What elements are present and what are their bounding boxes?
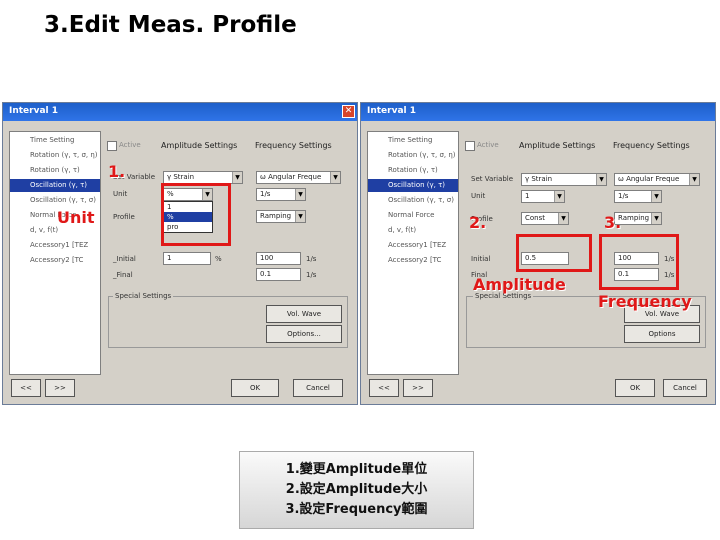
chevron-down-icon[interactable]: ▼ (295, 189, 305, 200)
slide-title: 3.Edit Meas. Profile (44, 12, 297, 38)
chevron-down-icon[interactable]: ▼ (558, 213, 568, 224)
chevron-down-icon[interactable]: ▼ (554, 191, 564, 202)
amplitude-initial-input[interactable]: 1 (163, 252, 211, 265)
initial-label: Initial (471, 255, 491, 263)
frequency-unit-select[interactable]: 1/s ▼ (256, 188, 306, 201)
chevron-down-icon[interactable]: ▼ (651, 191, 661, 202)
amplitude-variable-select[interactable]: γ Strain ▼ (521, 173, 607, 186)
frequency-variable-select[interactable]: ω Angular Freque ▼ (256, 171, 341, 184)
frequency-settings-header: Frequency Settings (255, 141, 332, 150)
profile-label: Profile (113, 213, 135, 221)
active-label: Active (477, 141, 499, 149)
frequency-unit-select[interactable]: 1/s ▼ (614, 190, 662, 203)
step3-annotation: 3. (604, 213, 622, 232)
ok-button[interactable]: OK (231, 379, 279, 397)
unit-label: Unit (113, 190, 128, 198)
right-dialog-titlebar[interactable]: Interval 1 (361, 103, 715, 121)
frequency-final-unit: 1/s (306, 271, 317, 279)
chevron-down-icon[interactable]: ▼ (651, 213, 661, 224)
unit-label: Unit (471, 192, 486, 200)
step2-annotation: 2. (469, 213, 487, 232)
amplitude-settings-header: Amplitude Settings (161, 141, 238, 150)
note-line: 2.設定Amplitude大小 (285, 482, 428, 497)
frequency-initial-input[interactable]: 100 (256, 252, 301, 265)
amplitude-annotation: Amplitude (473, 275, 566, 294)
initial-label: _Initial (113, 255, 136, 263)
options-button[interactable]: Options (624, 325, 700, 343)
right-dialog-title: Interval 1 (367, 106, 417, 116)
active-checkbox[interactable] (107, 141, 117, 151)
cancel-button[interactable]: Cancel (293, 379, 343, 397)
tree-item-selected[interactable]: Oscillation (γ, τ) (10, 179, 100, 192)
next-button[interactable]: >> (45, 379, 75, 397)
tree-item[interactable]: Time Setting (10, 134, 100, 147)
next-button[interactable]: >> (403, 379, 433, 397)
step1-annotation: 1. (108, 162, 126, 181)
special-settings-label: Special Settings (113, 292, 174, 300)
tree-item[interactable]: Rotation (γ, τ, σ, η) (10, 149, 100, 162)
tree-item[interactable]: Oscillation (γ, τ, σ) (10, 194, 100, 207)
left-dialog-title: Interval 1 (9, 106, 59, 116)
tree-item[interactable]: Time Setting (368, 134, 458, 147)
frequency-highlight-box (599, 234, 679, 290)
chevron-down-icon[interactable]: ▼ (295, 211, 305, 222)
frequency-variable-select[interactable]: ω Angular Freque ▼ (614, 173, 700, 186)
tree-item[interactable]: Rotation (γ, τ) (368, 164, 458, 177)
tree-item[interactable]: Accessory2 [TC (10, 254, 100, 267)
tree-item[interactable]: Rotation (γ, τ, σ, η) (368, 149, 458, 162)
left-settings-tree: Time Setting Rotation (γ, τ, σ, η) Rotat… (9, 131, 101, 375)
amplitude-profile-select[interactable]: Const ▼ (521, 212, 569, 225)
tree-item[interactable]: Accessory1 [TEZ (368, 239, 458, 252)
ok-button[interactable]: OK (615, 379, 655, 397)
prev-button[interactable]: << (11, 379, 41, 397)
instructions-note: 1.變更Amplitude單位 2.設定Amplitude大小 3.設定Freq… (239, 451, 474, 529)
frequency-annotation: Frequency (598, 292, 692, 311)
unit-highlight-box (161, 183, 231, 246)
tree-item[interactable]: Normal Force (368, 209, 458, 222)
vol-wave-button[interactable]: Vol. Wave (266, 305, 342, 323)
chevron-down-icon[interactable]: ▼ (232, 172, 242, 183)
active-checkbox[interactable] (465, 141, 475, 151)
close-icon[interactable]: ✕ (342, 105, 355, 118)
left-interval-dialog: Interval 1 ✕ Time Setting Rotation (γ, τ… (2, 102, 358, 405)
tree-item-selected[interactable]: Oscillation (γ, τ) (368, 179, 458, 192)
amplitude-unit-select[interactable]: 1 ▼ (521, 190, 565, 203)
note-line: 1.變更Amplitude單位 (285, 462, 428, 477)
left-dialog-titlebar[interactable]: Interval 1 ✕ (3, 103, 357, 121)
chevron-down-icon[interactable]: ▼ (596, 174, 606, 185)
frequency-final-input[interactable]: 0.1 (256, 268, 301, 281)
amplitude-highlight-box (516, 234, 592, 272)
frequency-initial-unit: 1/s (306, 255, 317, 263)
unit-annotation: Unit (57, 208, 95, 227)
tree-item[interactable]: Rotation (γ, τ) (10, 164, 100, 177)
set-variable-label: Set Variable (471, 175, 514, 183)
active-label: Active (119, 141, 141, 149)
tree-item[interactable]: Accessory2 [TC (368, 254, 458, 267)
frequency-settings-header: Frequency Settings (613, 141, 690, 150)
tree-item[interactable]: d, v, f(t) (368, 224, 458, 237)
frequency-profile-select[interactable]: Ramping ▼ (256, 210, 306, 223)
cancel-button[interactable]: Cancel (663, 379, 707, 397)
final-label: _Final (113, 271, 133, 279)
chevron-down-icon[interactable]: ▼ (330, 172, 340, 183)
prev-button[interactable]: << (369, 379, 399, 397)
options-button[interactable]: Options... (266, 325, 342, 343)
tree-item[interactable]: Oscillation (γ, τ, σ) (368, 194, 458, 207)
chevron-down-icon[interactable]: ▼ (689, 174, 699, 185)
amplitude-settings-header: Amplitude Settings (519, 141, 596, 150)
note-line: 3.設定Frequency範圍 (285, 502, 428, 517)
amplitude-initial-unit: % (215, 255, 222, 263)
tree-item[interactable]: Accessory1 [TEZ (10, 239, 100, 252)
right-settings-tree: Time Setting Rotation (γ, τ, σ, η) Rotat… (367, 131, 459, 375)
